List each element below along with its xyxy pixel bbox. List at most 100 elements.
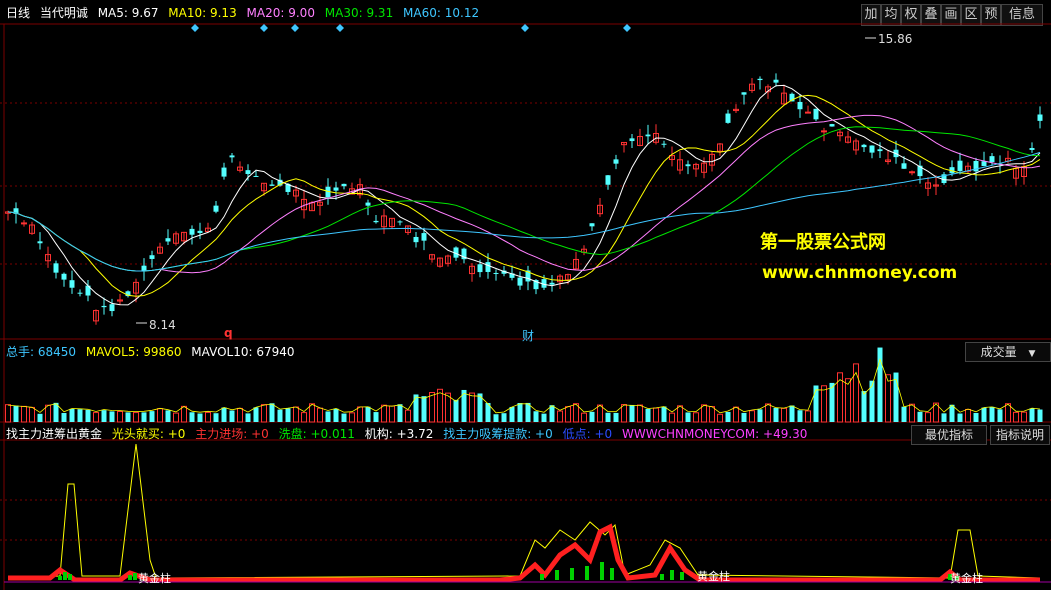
volume-bar	[925, 412, 931, 423]
candle-body	[333, 187, 339, 191]
candle-body	[477, 264, 483, 273]
volume-bar	[253, 407, 259, 422]
volume-bar	[173, 412, 179, 423]
volume-bar	[453, 399, 459, 422]
volume-bar	[101, 410, 107, 422]
volume-bar	[341, 413, 347, 422]
volume-bar	[349, 412, 355, 423]
volume-bar	[653, 407, 659, 423]
stock-chart[interactable]	[0, 0, 1051, 590]
volume-bar	[709, 406, 715, 423]
volume-bar	[237, 407, 243, 423]
volume-bar	[1029, 408, 1035, 422]
volume-bar	[469, 392, 475, 423]
volume-bar	[557, 410, 563, 423]
mavol10-value: MAVOL10: 67940	[191, 345, 295, 359]
candle-body	[685, 164, 691, 167]
candle-body	[1037, 114, 1043, 121]
volume-bar	[1037, 409, 1043, 422]
candle-body	[645, 134, 651, 137]
volume-bar	[85, 409, 91, 422]
volume-bar	[149, 411, 155, 422]
gold-bar	[570, 568, 574, 580]
indicator-f1: 光头就买: +0	[111, 427, 186, 441]
low-price-label: 8.14	[149, 318, 176, 332]
candle-body	[341, 183, 347, 187]
volume-bar	[581, 412, 587, 423]
volume-bar	[805, 410, 811, 423]
high-price-label: 15.86	[878, 32, 913, 46]
volume-bar	[781, 407, 787, 423]
candle-body	[213, 205, 219, 212]
buy-signal-line	[7, 443, 1041, 579]
volume-bar	[181, 405, 187, 423]
event-marker-icon	[623, 24, 631, 32]
volume-bar	[813, 385, 819, 422]
best-indicator-tab[interactable]: 最优指标	[911, 425, 987, 445]
candle-body	[229, 155, 235, 158]
gold-bar-label: 黄金柱	[697, 570, 730, 583]
volume-bar	[749, 410, 755, 423]
volume-bar	[789, 405, 795, 422]
candle-body	[101, 305, 107, 308]
gold-bar	[670, 570, 674, 580]
candle-body	[813, 108, 819, 120]
volume-bar	[661, 406, 667, 422]
volume-bar	[165, 410, 171, 422]
candle-body	[109, 304, 115, 312]
indicator-description-tab[interactable]: 指标说明	[990, 425, 1050, 445]
volume-bar	[269, 403, 275, 422]
watermark-url: www.chnmoney.com	[762, 263, 958, 283]
volume-bar	[285, 408, 291, 422]
volume-bar	[293, 406, 299, 423]
candle-body	[245, 170, 251, 175]
candle-body	[981, 161, 987, 167]
volume-bar	[1013, 411, 1019, 423]
finance-marker[interactable]: 财	[522, 327, 534, 344]
gold-bar	[133, 573, 137, 580]
volume-bar	[965, 408, 971, 423]
volume-bar	[621, 404, 627, 423]
volume-bar	[357, 406, 363, 423]
volume-bar	[533, 411, 539, 422]
candle-body	[821, 130, 827, 133]
volume-indicator-tab[interactable]: 成交量 ▼	[965, 342, 1051, 362]
volume-bar	[597, 404, 603, 423]
event-marker-icon	[191, 24, 199, 32]
candle-body	[197, 230, 203, 234]
candle-body	[149, 255, 155, 259]
volume-bar	[309, 403, 315, 423]
gold-bar	[68, 574, 72, 580]
gold-bar	[610, 568, 614, 580]
candle-body	[69, 280, 75, 288]
volume-bar	[333, 408, 339, 422]
volume-total: 总手: 68450	[6, 345, 77, 359]
candle-body	[901, 163, 907, 169]
volume-bar	[701, 404, 707, 423]
volume-bar	[605, 412, 611, 422]
volume-bar	[1005, 403, 1011, 423]
gold-bar	[680, 572, 684, 580]
volume-bar	[765, 403, 771, 423]
volume-bar	[525, 402, 531, 422]
candle-body	[53, 263, 59, 273]
volume-bar	[13, 405, 19, 422]
volume-bar	[141, 412, 147, 422]
candle-body	[957, 160, 963, 171]
volume-bar	[213, 413, 219, 422]
volume-bar	[93, 412, 99, 423]
volume-bar	[981, 407, 987, 422]
volume-bar	[501, 413, 507, 422]
candle-body	[421, 233, 427, 241]
volume-bar	[45, 404, 51, 423]
gold-bar	[660, 574, 664, 580]
volume-bar	[997, 409, 1003, 422]
candle-body	[605, 175, 611, 185]
volume-bar	[373, 412, 379, 422]
volume-bar	[885, 374, 891, 423]
volume-bar	[117, 410, 123, 423]
volume-bar	[869, 380, 875, 422]
indicator-legend: 找主力进筹出黄金 光头就买: +0 主力进场: +0 洗盘: +0.011 机构…	[6, 426, 813, 442]
gold-bar	[555, 570, 559, 580]
volume-bar	[21, 405, 27, 423]
